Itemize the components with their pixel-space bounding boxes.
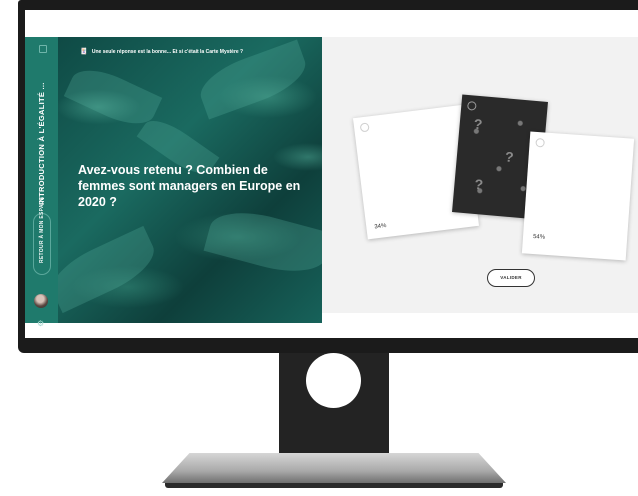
question-mark-icon: ? xyxy=(473,115,484,133)
radio-circle-icon xyxy=(359,122,370,133)
brand-logo-icon: 🃏 xyxy=(80,49,88,55)
answer-card-label: 34% xyxy=(374,223,387,231)
avatar[interactable] xyxy=(34,294,48,308)
question-mark-icon: ? xyxy=(504,148,515,166)
answer-card-label: 54% xyxy=(532,233,546,241)
question-header: 🃏 Une seule réponse est la bonne... Et s… xyxy=(80,48,243,55)
settings-icon[interactable]: ⚙ xyxy=(37,319,44,328)
card-stage: 34% ? ? ? 54% VALIDER xyxy=(322,37,638,313)
radio-circle-icon xyxy=(535,137,545,148)
stand-cable-hole xyxy=(306,353,361,408)
app-screen: INTRODUCTION À L'ÉGALITÉ ... RETOUR À MO… xyxy=(25,10,638,338)
question-mark-icon: ? xyxy=(473,175,484,193)
sidebar: INTRODUCTION À L'ÉGALITÉ ... RETOUR À MO… xyxy=(25,37,58,328)
monitor-stand-base-edge xyxy=(165,483,503,488)
back-to-space-label: RETOUR À MON ESPACE xyxy=(39,196,45,263)
course-title: INTRODUCTION À L'ÉGALITÉ ... xyxy=(37,82,46,205)
monitor-stand-base xyxy=(162,453,506,483)
menu-icon[interactable] xyxy=(39,45,47,53)
validate-button[interactable]: VALIDER xyxy=(487,269,535,287)
question-text: Avez-vous retenu ? Combien de femmes son… xyxy=(78,163,301,209)
question-header-text: Une seule réponse est la bonne... Et si … xyxy=(91,49,244,55)
radio-circle-icon xyxy=(466,100,477,111)
question-panel: 🃏 Une seule réponse est la bonne... Et s… xyxy=(58,37,322,323)
answer-card-54[interactable]: 54% xyxy=(521,131,635,261)
